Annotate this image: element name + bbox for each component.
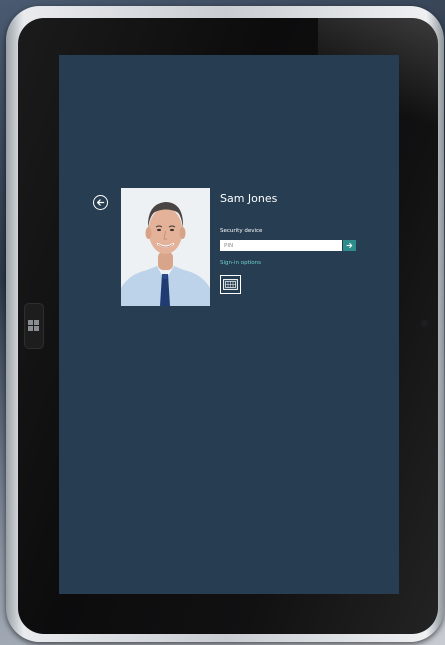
submit-button[interactable]: [343, 240, 356, 251]
user-name: Sam Jones: [220, 192, 278, 205]
sign-in-options-link[interactable]: Sign-in options: [220, 260, 261, 266]
security-device-label: Security device: [220, 228, 263, 234]
back-button[interactable]: [93, 195, 108, 210]
sign-in-method-tile[interactable]: [220, 275, 241, 294]
arrow-right-icon: [346, 243, 353, 248]
windows-logo-icon: [28, 320, 40, 332]
pin-input[interactable]: [220, 240, 342, 251]
front-camera: [421, 320, 428, 327]
user-avatar: [121, 188, 210, 306]
smart-card-icon: [223, 279, 238, 290]
back-arrow-icon: [96, 199, 105, 206]
user-photo: [121, 188, 210, 306]
lock-screen: Sam Jones Security device Sign-in option…: [59, 55, 399, 594]
windows-home-button[interactable]: [24, 303, 44, 349]
